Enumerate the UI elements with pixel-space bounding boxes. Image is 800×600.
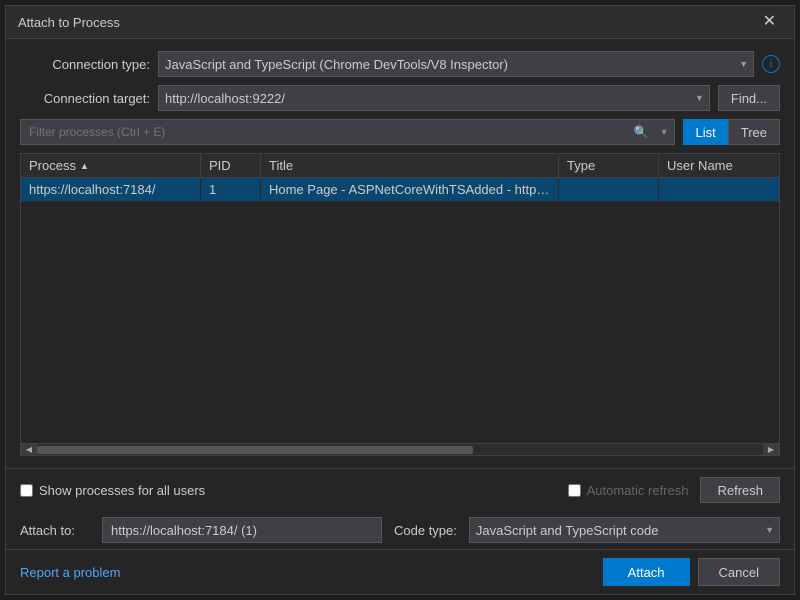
scroll-right-button[interactable]: ▶ [763, 444, 779, 456]
connection-target-row: Connection target: http://localhost:9222… [20, 85, 780, 111]
filter-input[interactable] [20, 119, 675, 145]
sort-ascending-icon: ▲ [80, 161, 89, 171]
footer: Report a problem Attach Cancel [6, 549, 794, 594]
auto-refresh-checkbox[interactable] [568, 484, 581, 497]
code-type-select[interactable]: JavaScript and TypeScript code [469, 517, 780, 543]
connection-target-select[interactable]: http://localhost:9222/ [158, 85, 710, 111]
tree-view-button[interactable]: Tree [728, 119, 780, 145]
connection-type-select[interactable]: JavaScript and TypeScript (Chrome DevToo… [158, 51, 754, 77]
list-view-button[interactable]: List [683, 119, 728, 145]
title-bar: Attach to Process ✕ [6, 6, 794, 39]
show-all-users-label: Show processes for all users [39, 483, 205, 498]
attach-to-input[interactable] [102, 517, 382, 543]
chevron-down-icon: ▼ [660, 127, 669, 137]
dialog-content: Connection type: JavaScript and TypeScri… [6, 39, 794, 468]
bottom-bar: Show processes for all users Automatic r… [6, 468, 794, 511]
auto-refresh-label: Automatic refresh [587, 483, 689, 498]
cell-title: Home Page - ASPNetCoreWithTSAdded - http… [261, 178, 559, 201]
filter-input-wrapper: 🔍 ▼ [20, 119, 675, 145]
table-body: https://localhost:7184/ 1 Home Page - AS… [21, 178, 779, 443]
show-all-users-checkbox[interactable] [20, 484, 33, 497]
col-username: User Name [659, 154, 779, 177]
cell-process: https://localhost:7184/ [21, 178, 201, 201]
connection-type-row: Connection type: JavaScript and TypeScri… [20, 51, 780, 77]
col-type: Type [559, 154, 659, 177]
close-button[interactable]: ✕ [757, 12, 782, 32]
attach-to-row: Attach to: Code type: JavaScript and Typ… [6, 511, 794, 549]
connection-target-label: Connection target: [20, 91, 150, 106]
connection-type-label: Connection type: [20, 57, 150, 72]
code-type-label: Code type: [394, 523, 457, 538]
table-header: Process ▲ PID Title Type User Name [21, 154, 779, 178]
filter-view-row: 🔍 ▼ List Tree [20, 119, 780, 145]
view-buttons: List Tree [683, 119, 780, 145]
info-icon[interactable]: i [762, 55, 780, 73]
footer-buttons: Attach Cancel [603, 558, 780, 586]
col-title: Title [261, 154, 559, 177]
attach-to-process-dialog: Attach to Process ✕ Connection type: Jav… [5, 5, 795, 595]
cell-username [659, 178, 779, 201]
scrollbar-thumb [37, 446, 473, 454]
col-process: Process ▲ [21, 154, 201, 177]
find-button[interactable]: Find... [718, 85, 780, 111]
cell-type [559, 178, 659, 201]
cell-pid: 1 [201, 178, 261, 201]
show-all-users-wrapper: Show processes for all users [20, 483, 205, 498]
scrollbar-track[interactable] [37, 446, 763, 454]
scroll-left-button[interactable]: ◀ [21, 444, 37, 456]
horizontal-scrollbar: ◀ ▶ [21, 443, 779, 455]
attach-button[interactable]: Attach [603, 558, 690, 586]
code-type-select-wrapper: JavaScript and TypeScript code [469, 517, 780, 543]
search-icon: 🔍 [634, 125, 649, 139]
attach-to-label: Attach to: [20, 523, 90, 538]
connection-target-select-wrapper: http://localhost:9222/ [158, 85, 710, 111]
cancel-button[interactable]: Cancel [698, 558, 780, 586]
connection-type-select-wrapper: JavaScript and TypeScript (Chrome DevToo… [158, 51, 754, 77]
auto-refresh-wrapper: Automatic refresh [568, 483, 689, 498]
report-problem-link[interactable]: Report a problem [20, 565, 120, 580]
col-pid: PID [201, 154, 261, 177]
refresh-button[interactable]: Refresh [700, 477, 780, 503]
dialog-title: Attach to Process [18, 15, 120, 30]
process-table: Process ▲ PID Title Type User Name h [20, 153, 780, 456]
table-row[interactable]: https://localhost:7184/ 1 Home Page - AS… [21, 178, 779, 202]
